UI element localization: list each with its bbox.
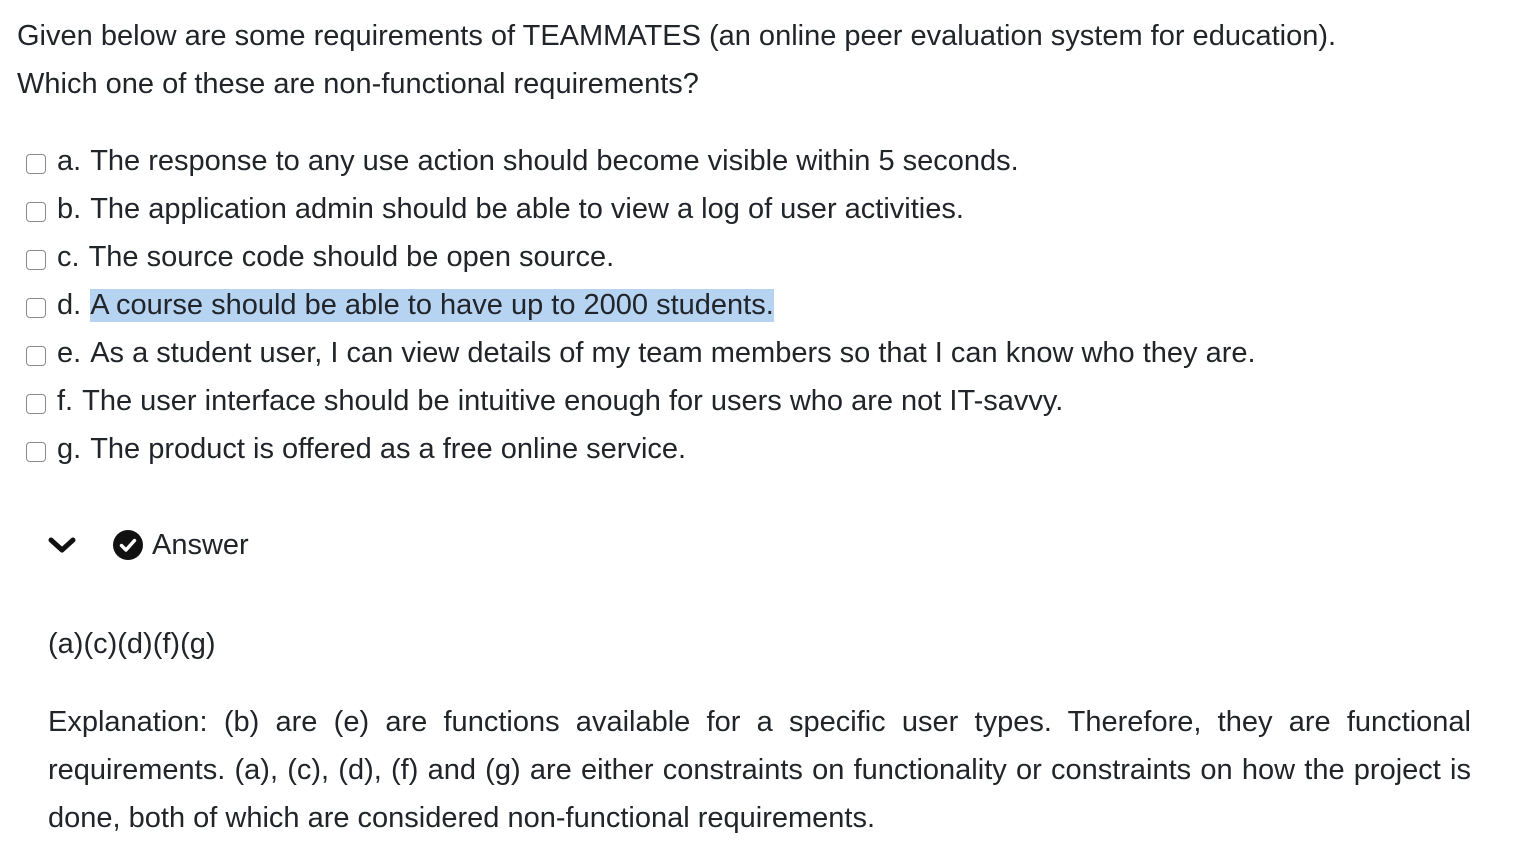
option-a-letter: a.: [57, 144, 82, 177]
option-c: c. The source code should be open source…: [26, 233, 1256, 281]
answer-explanation: Explanation: (b) are (e) are functions a…: [48, 706, 1471, 834]
option-c-text: The source code should be open source.: [88, 240, 615, 273]
option-b-text: The application admin should be able to …: [90, 192, 964, 225]
question-line-2: Which one of these are non-functional re…: [17, 68, 699, 100]
option-f-text: The user interface should be intuitive e…: [82, 384, 1064, 417]
option-a-text: The response to any use action should be…: [90, 144, 1019, 177]
option-f-letter: f.: [57, 384, 74, 417]
option-e-letter: e.: [57, 336, 82, 369]
answer-toggle[interactable]: Answer: [46, 520, 249, 570]
option-f: f. The user interface should be intuitiv…: [26, 377, 1256, 425]
option-c-letter: c.: [57, 240, 80, 273]
option-d-letter: d.: [57, 288, 82, 321]
option-e: e. As a student user, I can view details…: [26, 329, 1256, 377]
option-e-checkbox[interactable]: [26, 346, 46, 366]
options-list: a. The response to any use action should…: [26, 137, 1256, 473]
option-g: g. The product is offered as a free onli…: [26, 425, 1256, 473]
option-g-checkbox[interactable]: [26, 442, 46, 462]
option-e-text: As a student user, I can view details of…: [90, 336, 1256, 369]
option-b-letter: b.: [57, 192, 82, 225]
option-f-checkbox[interactable]: [26, 394, 46, 414]
option-a: a. The response to any use action should…: [26, 137, 1256, 185]
option-d: d. A course should be able to have up to…: [26, 281, 1256, 329]
check-circle-icon: [113, 530, 143, 560]
option-b-checkbox[interactable]: [26, 202, 46, 222]
option-d-text-selected: A course should be able to have up to 20…: [90, 288, 774, 322]
option-a-checkbox[interactable]: [26, 154, 46, 174]
option-g-letter: g.: [57, 432, 82, 465]
option-b: b. The application admin should be able …: [26, 185, 1256, 233]
chevron-down-icon[interactable]: [46, 529, 78, 561]
option-d-checkbox[interactable]: [26, 298, 46, 318]
answer-value: (a)(c)(d)(f)(g): [48, 628, 216, 660]
question-text: Given below are some requirements of TEA…: [17, 12, 1512, 108]
question-line-1: Given below are some requirements of TEA…: [17, 20, 1337, 52]
answer-toggle-label: Answer: [152, 529, 249, 561]
option-g-text: The product is offered as a free online …: [90, 432, 687, 465]
option-c-checkbox[interactable]: [26, 250, 46, 270]
